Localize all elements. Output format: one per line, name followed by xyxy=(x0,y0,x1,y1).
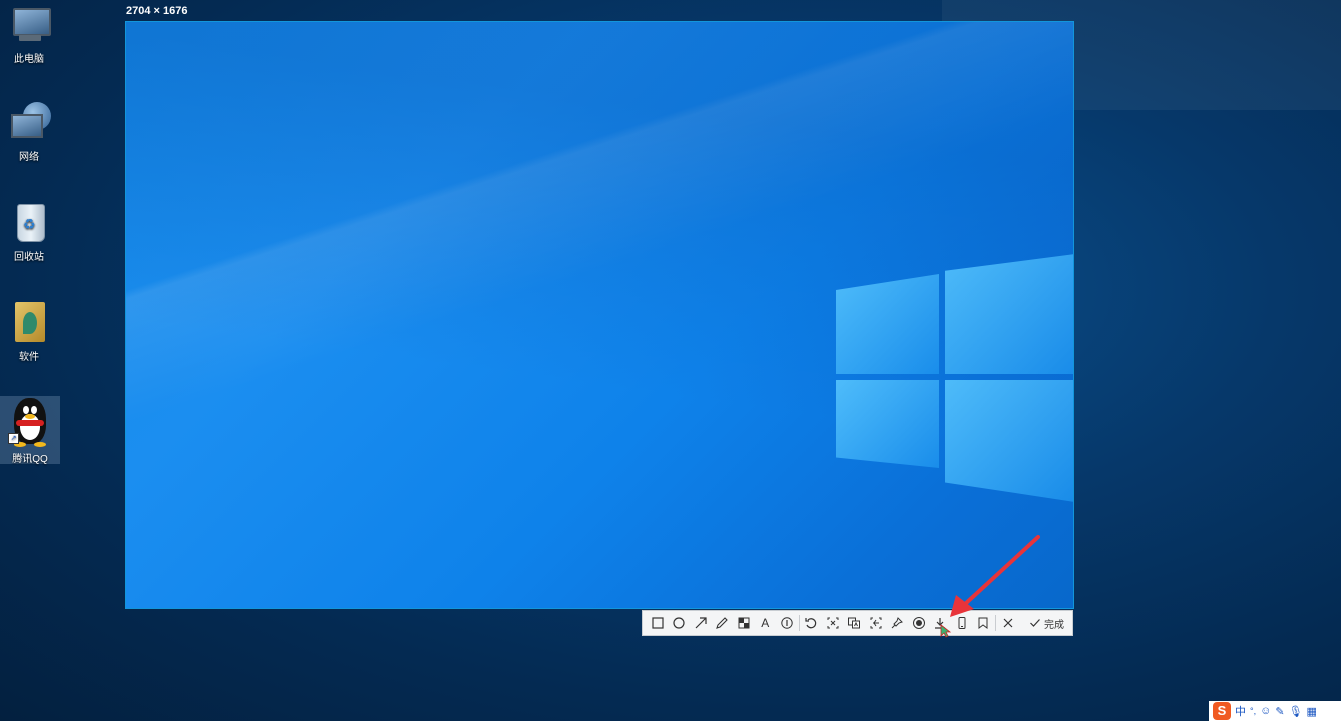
rectangle-icon[interactable] xyxy=(647,612,669,634)
desktop-icon-recycle-bin[interactable]: ♻ 回收站 xyxy=(0,202,58,263)
toolbar-divider xyxy=(798,615,800,631)
arrow-icon[interactable] xyxy=(690,612,712,634)
microphone-icon[interactable]: 🎙 xyxy=(1289,705,1303,718)
pencil-icon[interactable] xyxy=(712,612,734,634)
windows-logo-pane xyxy=(945,380,1073,502)
computer-icon xyxy=(7,4,51,46)
done-label: 完成 xyxy=(1044,619,1064,631)
recycle-bin-icon: ♻ xyxy=(7,202,51,244)
desktop-icon-label: 腾讯QQ xyxy=(12,454,48,465)
screenshot-selection-region[interactable] xyxy=(125,21,1074,609)
ocr-icon[interactable] xyxy=(822,612,844,634)
ime-language-toggle[interactable]: 中 xyxy=(1235,703,1246,719)
network-icon xyxy=(7,102,51,144)
translate-icon[interactable] xyxy=(844,612,866,634)
record-icon[interactable] xyxy=(908,612,930,634)
pen-icon[interactable]: ✎ xyxy=(1275,705,1284,718)
ime-tray: S 中 °, ☺ ✎ 🎙 ▦ xyxy=(1209,701,1341,721)
desktop-icon-label: 软件 xyxy=(19,352,39,363)
mouse-cursor-icon xyxy=(940,624,952,638)
desktop-icon-label: 此电脑 xyxy=(14,54,44,65)
number-icon[interactable] xyxy=(776,612,798,634)
ime-punctuation-toggle[interactable]: °, xyxy=(1250,706,1256,716)
ellipse-icon[interactable] xyxy=(669,612,691,634)
annotation-red-arrow xyxy=(950,535,1040,617)
folder-icon xyxy=(7,302,51,344)
selection-size-label: 2704 × 1676 xyxy=(126,5,188,17)
desktop-icon-this-pc[interactable]: 此电脑 xyxy=(0,4,58,65)
qq-penguin-icon: ↗ xyxy=(6,396,54,450)
desktop-icon-software[interactable]: 软件 xyxy=(0,302,58,363)
windows-logo-pane xyxy=(836,274,939,374)
desktop-icon-network[interactable]: 网络 xyxy=(0,102,58,163)
mosaic-icon[interactable] xyxy=(733,612,755,634)
windows-logo-pane xyxy=(836,380,939,468)
undo-icon[interactable] xyxy=(801,612,823,634)
grid-icon[interactable]: ▦ xyxy=(1307,705,1317,718)
desktop-icon-label: 网络 xyxy=(19,152,39,163)
scroll-capture-icon[interactable] xyxy=(865,612,887,634)
text-icon[interactable]: A xyxy=(755,612,777,634)
desktop-icon-label: 回收站 xyxy=(14,252,44,263)
sogou-ime-icon[interactable]: S xyxy=(1213,702,1231,720)
emoji-icon[interactable]: ☺ xyxy=(1260,705,1271,717)
pin-icon[interactable] xyxy=(887,612,909,634)
desktop-icon-qq[interactable]: ↗ 腾讯QQ xyxy=(0,396,60,465)
shortcut-arrow-icon: ↗ xyxy=(8,433,19,444)
windows-logo-pane xyxy=(945,254,1073,374)
